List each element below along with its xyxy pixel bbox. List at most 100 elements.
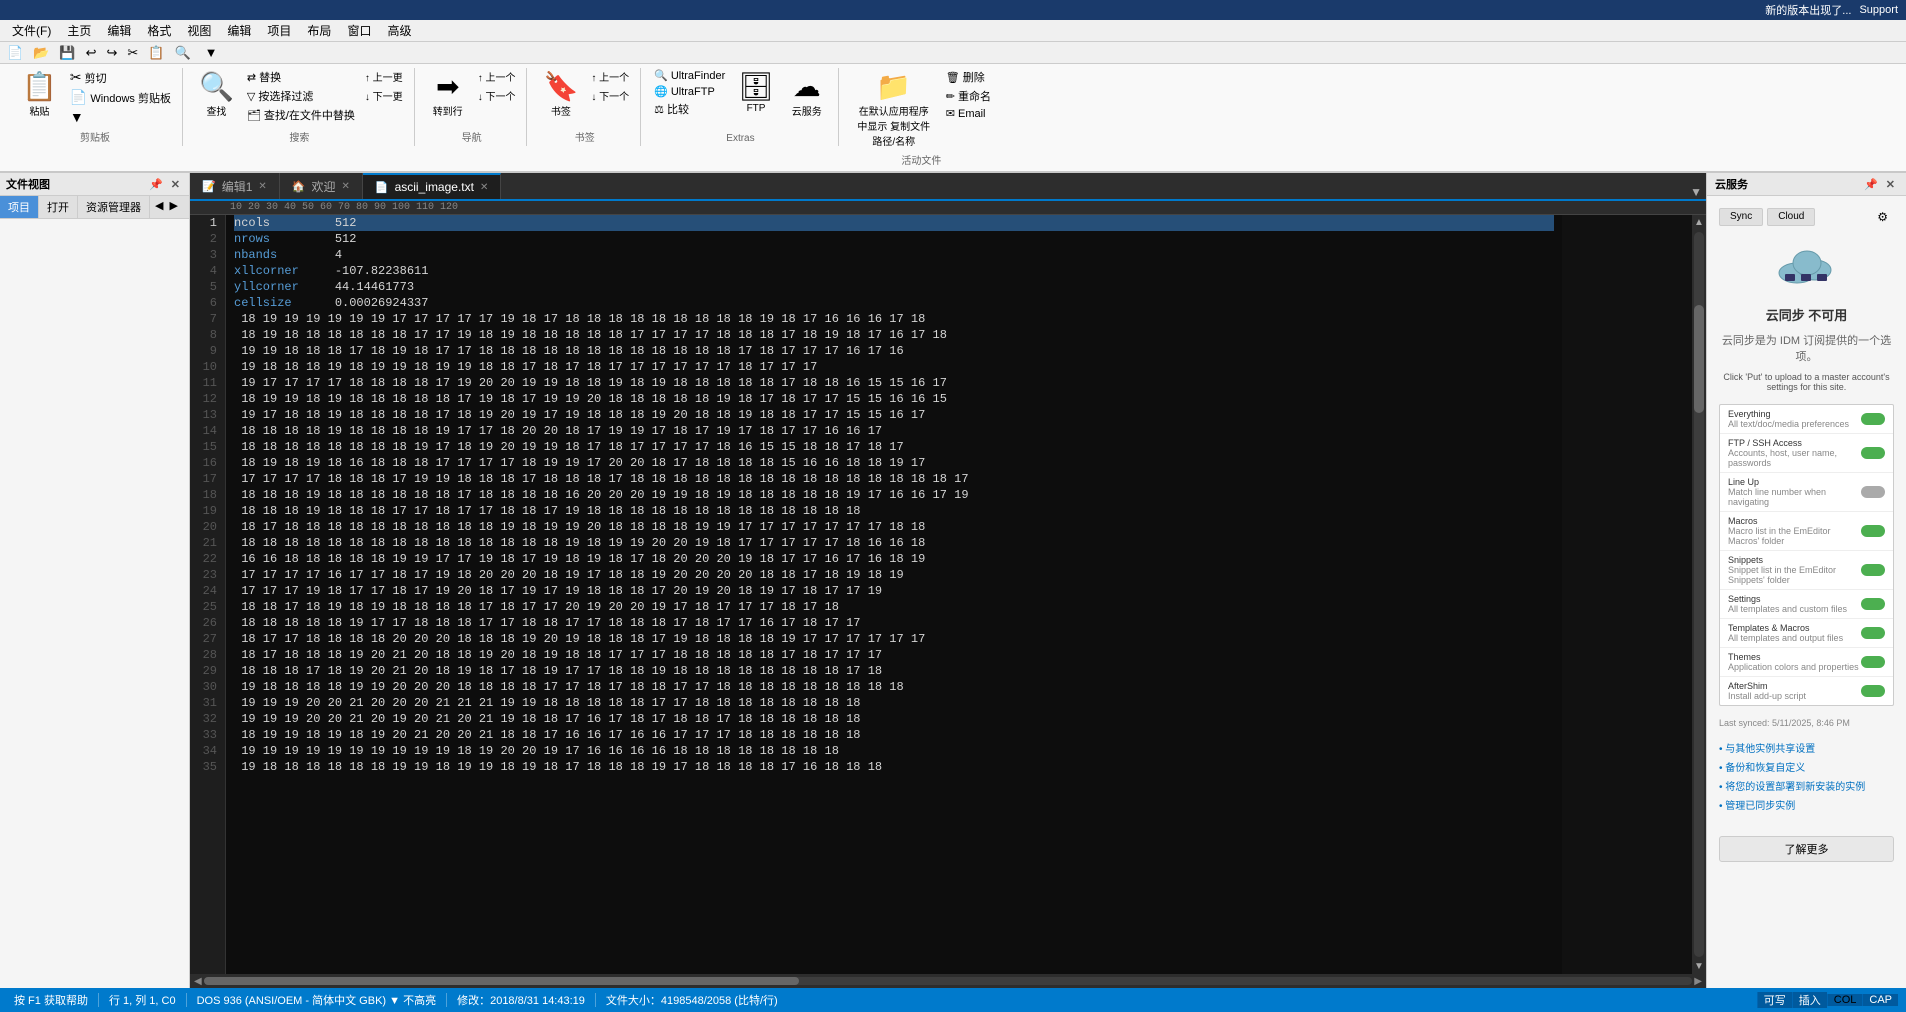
sidebar-tab-explorer[interactable]: 资源管理器	[78, 196, 150, 218]
sidebar-close-btn[interactable]: ✕	[168, 177, 183, 192]
ultrafinder-btn[interactable]: 🔍 UltraFinder	[651, 68, 728, 83]
toggle-everything[interactable]	[1861, 413, 1885, 425]
tab-ascii-close[interactable]: ✕	[480, 182, 488, 193]
next-bm-btn[interactable]: ↓ 下一个	[588, 87, 632, 104]
status-position[interactable]: 行 1, 列 1, C0	[103, 988, 182, 1012]
next-match-btn[interactable]: ↓ 下一更	[362, 87, 406, 104]
scroll-up-btn[interactable]: ▲	[1692, 215, 1706, 230]
tab-welcome[interactable]: 🏠 欢迎 ✕	[280, 173, 363, 199]
scroll-track[interactable]	[1694, 232, 1704, 957]
delete-btn[interactable]: 🗑 删除	[943, 68, 994, 86]
status-rw[interactable]: 可写	[1757, 992, 1792, 1008]
toggle-macros[interactable]	[1861, 525, 1885, 537]
hscroll-left-btn[interactable]: ◀	[192, 976, 204, 987]
hscroll-right-btn[interactable]: ▶	[1692, 976, 1704, 987]
status-filesize[interactable]: 文件大小：4198548/2058 (比特/行)	[600, 988, 784, 1012]
cloud-setting-everything[interactable]: EverythingAll text/doc/media preferences	[1720, 405, 1893, 434]
prev-line-btn[interactable]: ↑ 上一个	[475, 68, 519, 85]
new-file-btn[interactable]: 📄	[4, 44, 26, 62]
next-line-btn[interactable]: ↓ 下一个	[475, 87, 519, 104]
hscroll-thumb[interactable]	[204, 977, 799, 985]
filter-btn[interactable]: ▽ 按选择过滤	[244, 87, 358, 105]
copy-ribbon-btn[interactable]: 📄 Windows 剪贴板	[67, 88, 174, 107]
link-manage[interactable]: 管理已同步实例	[1719, 797, 1894, 812]
toggle-themes[interactable]	[1861, 656, 1885, 668]
sidebar-tab-project[interactable]: 项目	[0, 196, 39, 218]
menu-advanced[interactable]: 高级	[379, 20, 419, 41]
status-help[interactable]: 按 F1 获取帮助	[8, 988, 94, 1012]
bookmark-btn[interactable]: 🔖 书签	[537, 68, 584, 120]
tab-ascii-image[interactable]: 📄 ascii_image.txt ✕	[363, 173, 501, 199]
sidebar-pin-btn[interactable]: 📌	[146, 177, 166, 192]
rename-btn[interactable]: ✏ 重命名	[943, 87, 994, 105]
cloud-panel-close-btn[interactable]: ✕	[1883, 177, 1898, 192]
tab-welcome-close[interactable]: ✕	[342, 181, 350, 192]
learn-more-btn[interactable]: 了解更多	[1719, 836, 1894, 862]
scroll-down-btn[interactable]: ▼	[1692, 959, 1706, 974]
tab-editor1-close[interactable]: ✕	[258, 181, 266, 192]
paste-button[interactable]: 📋 粘贴	[16, 68, 63, 120]
sync-tab[interactable]: Sync	[1719, 208, 1763, 226]
find-button[interactable]: 🔍 查找	[193, 68, 240, 120]
prev-bm-btn[interactable]: ↑ 上一个	[588, 68, 632, 85]
vertical-scrollbar[interactable]: ▲ ▼	[1692, 215, 1706, 974]
link-backup[interactable]: 备份和恢复自定义	[1719, 759, 1894, 774]
cloud-setting-settings[interactable]: SettingsAll templates and custom files	[1720, 590, 1893, 619]
toggle-settings[interactable]	[1861, 598, 1885, 610]
cloud-setting-lineup[interactable]: Line UpMatch line number when navigating	[1720, 473, 1893, 512]
status-modified[interactable]: 修改：2018/8/31 14:43:19	[451, 988, 591, 1012]
cloud-setting-ftp[interactable]: FTP / SSH AccessAccounts, host, user nam…	[1720, 434, 1893, 473]
cloud-setting-aftershim[interactable]: AfterShimInstall add-up script	[1720, 677, 1893, 705]
menu-view[interactable]: 视图	[179, 20, 219, 41]
menu-home[interactable]: 主页	[59, 20, 99, 41]
toggle-ftp[interactable]	[1861, 447, 1885, 459]
goto-btn[interactable]: ➡ 转到行	[425, 68, 471, 120]
horizontal-scrollbar[interactable]: ◀ ▶	[190, 974, 1706, 988]
status-col[interactable]: COL	[1827, 994, 1863, 1006]
menu-project[interactable]: 项目	[259, 20, 299, 41]
ftp-btn[interactable]: 🗄 FTP	[732, 68, 780, 116]
find-in-files-btn[interactable]: 🗂 查找/在文件中替换	[244, 106, 358, 124]
prev-match-btn[interactable]: ↑ 上一更	[362, 68, 406, 85]
sidebar-tab-open[interactable]: 打开	[39, 196, 78, 218]
undo-btn[interactable]: ↩	[83, 44, 100, 62]
sidebar-nav-prev[interactable]: ◀	[152, 196, 166, 218]
open-file-btn[interactable]: 📂	[30, 44, 52, 62]
toggle-lineup[interactable]	[1861, 486, 1885, 498]
cut-btn[interactable]: ✂	[124, 44, 141, 62]
redo-btn[interactable]: ↪	[103, 44, 120, 62]
scroll-thumb[interactable]	[1694, 305, 1704, 414]
ultraftp-btn[interactable]: 🌐 UltraFTP	[651, 84, 728, 99]
cloud-tab[interactable]: Cloud	[1767, 208, 1815, 226]
copy-btn[interactable]: 📋	[145, 44, 167, 62]
link-share[interactable]: 与其他实例共享设置	[1719, 740, 1894, 755]
cloud-btn[interactable]: ☁ 云服务	[784, 68, 830, 120]
find-quick-btn[interactable]: 🔍	[171, 44, 193, 62]
email-btn[interactable]: ✉ Email	[943, 106, 994, 121]
menu-window[interactable]: 窗口	[339, 20, 379, 41]
minimap[interactable]	[1562, 215, 1692, 974]
compare-btn[interactable]: ⚖ 比较	[651, 100, 728, 118]
sidebar-nav-next[interactable]: ▶	[166, 196, 180, 218]
support-link[interactable]: Support	[1859, 4, 1898, 16]
menu-edit[interactable]: 编辑	[99, 20, 139, 41]
status-cap[interactable]: CAP	[1862, 994, 1898, 1006]
customize-qa-btn[interactable]: ▼	[202, 44, 221, 61]
menu-format[interactable]: 格式	[139, 20, 179, 41]
cloud-settings-btn[interactable]: ⚙	[1871, 208, 1894, 226]
cut-ribbon-btn[interactable]: ✂ 剪切	[67, 68, 174, 87]
status-ins[interactable]: 插入	[1792, 992, 1827, 1008]
show-in-explorer-btn[interactable]: 📁 在默认应用程序中显示 复制文件路径/名称	[849, 68, 939, 150]
toggle-aftershim[interactable]	[1861, 685, 1885, 697]
tab-overflow-btn[interactable]: ▼	[1686, 185, 1706, 199]
menu-file[interactable]: 文件(F)	[4, 20, 59, 41]
menu-layout[interactable]: 布局	[299, 20, 339, 41]
save-btn[interactable]: 💾	[56, 44, 78, 62]
status-encoding[interactable]: DOS 936 (ANSI/OEM - 简体中文 GBK) ▼ 不高亮	[191, 988, 442, 1012]
cloud-setting-themes[interactable]: ThemesApplication colors and properties	[1720, 648, 1893, 677]
cloud-setting-macros[interactable]: MacrosMacro list in the EmEditor Macros'…	[1720, 512, 1893, 551]
next-ribbon-btn[interactable]: ▼	[67, 108, 174, 126]
cloud-setting-snippets[interactable]: SnippetsSnippet list in the EmEditor Sni…	[1720, 551, 1893, 590]
code-area[interactable]: ncols 512nrows 512nbands 4xllcorner -107…	[226, 215, 1562, 974]
link-deploy[interactable]: 将您的设置部署到新安装的实例	[1719, 778, 1894, 793]
